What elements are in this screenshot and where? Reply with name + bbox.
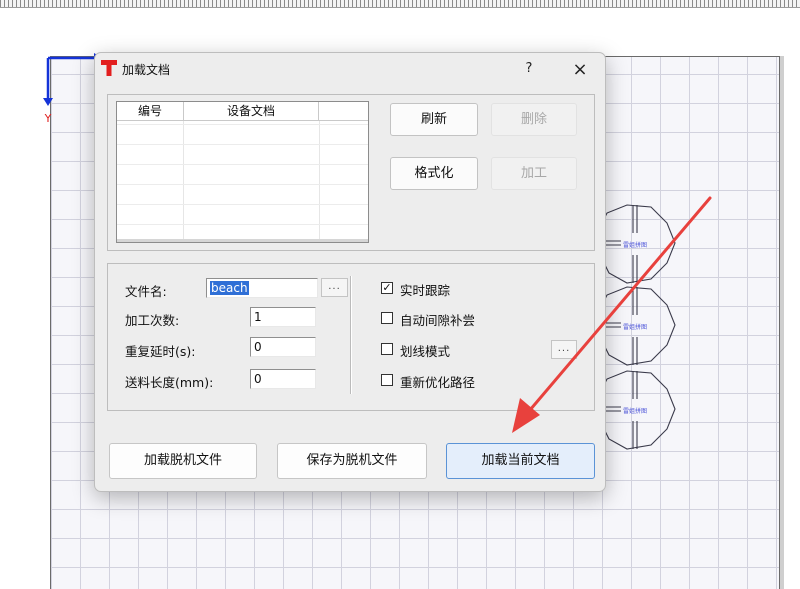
axis-y-label: Y — [44, 112, 52, 125]
file-name-value: beach — [210, 281, 249, 295]
app-logo-icon — [101, 60, 117, 76]
file-name-field[interactable]: beach — [206, 278, 318, 298]
scribe-settings-button[interactable]: ... — [551, 340, 577, 359]
process-count-field[interactable]: 1 — [250, 307, 316, 327]
puzzle-parts: 雷姐拼图 雷姐拼图 雷姐拼图 — [596, 204, 676, 450]
load-offline-file-button[interactable]: 加载脱机文件 — [109, 443, 257, 479]
repeat-delay-field[interactable]: 0 — [250, 337, 316, 357]
scribe-mode-label[interactable]: 划线模式 — [400, 341, 450, 360]
part-label: 雷姐拼图 — [623, 241, 647, 249]
help-button[interactable]: ? — [517, 58, 541, 80]
auto-gap-comp-label[interactable]: 自动间隙补尝 — [400, 310, 475, 329]
table-header: 编号 设备文档 — [117, 102, 368, 121]
process-params-group: 文件名: beach ... 加工次数: 1 重复延时(s): 0 送料长度(m… — [107, 263, 595, 411]
group-divider — [350, 276, 352, 394]
top-ruler — [0, 0, 800, 8]
process-count-label: 加工次数: — [125, 313, 180, 328]
file-name-label: 文件名: — [125, 284, 167, 299]
column-header-device-file[interactable]: 设备文档 — [184, 102, 319, 121]
load-document-dialog: 加载文档 ? × 编号 设备文档 刷新 删除 格式化 加工 文件名: beach… — [94, 52, 606, 492]
save-offline-file-button[interactable]: 保存为脱机文件 — [277, 443, 427, 479]
realtime-track-label[interactable]: 实时跟踪 — [400, 280, 450, 299]
device-files-group: 编号 设备文档 刷新 删除 格式化 加工 — [107, 94, 595, 251]
repeat-delay-label: 重复延时(s): — [125, 344, 196, 359]
delete-button[interactable]: 删除 — [491, 103, 577, 136]
feed-length-label: 送料长度(mm): — [125, 375, 214, 390]
refresh-button[interactable]: 刷新 — [390, 103, 478, 136]
format-button[interactable]: 格式化 — [390, 157, 478, 190]
part-label: 雷姐拼图 — [623, 323, 647, 331]
realtime-track-checkbox[interactable]: ✓ — [381, 282, 393, 294]
load-current-document-button[interactable]: 加载当前文档 — [446, 443, 595, 479]
scribe-mode-checkbox[interactable] — [381, 343, 393, 355]
device-files-table[interactable]: 编号 设备文档 — [116, 101, 369, 243]
reoptimize-path-label[interactable]: 重新优化路径 — [400, 372, 475, 391]
dialog-titlebar[interactable]: 加载文档 ? × — [95, 53, 605, 85]
feed-length-field[interactable]: 0 — [250, 369, 316, 389]
column-header-extra[interactable] — [319, 102, 368, 121]
table-body[interactable] — [117, 121, 368, 242]
horizontal-scrollbar[interactable] — [117, 239, 368, 242]
auto-gap-comp-checkbox[interactable] — [381, 312, 393, 324]
process-button[interactable]: 加工 — [491, 157, 577, 190]
part-label: 雷姐拼图 — [623, 407, 647, 415]
close-button[interactable]: × — [567, 58, 593, 82]
column-header-number[interactable]: 编号 — [117, 102, 184, 121]
reoptimize-path-checkbox[interactable] — [381, 374, 393, 386]
browse-button[interactable]: ... — [321, 278, 348, 297]
dialog-title: 加载文档 — [122, 63, 171, 77]
